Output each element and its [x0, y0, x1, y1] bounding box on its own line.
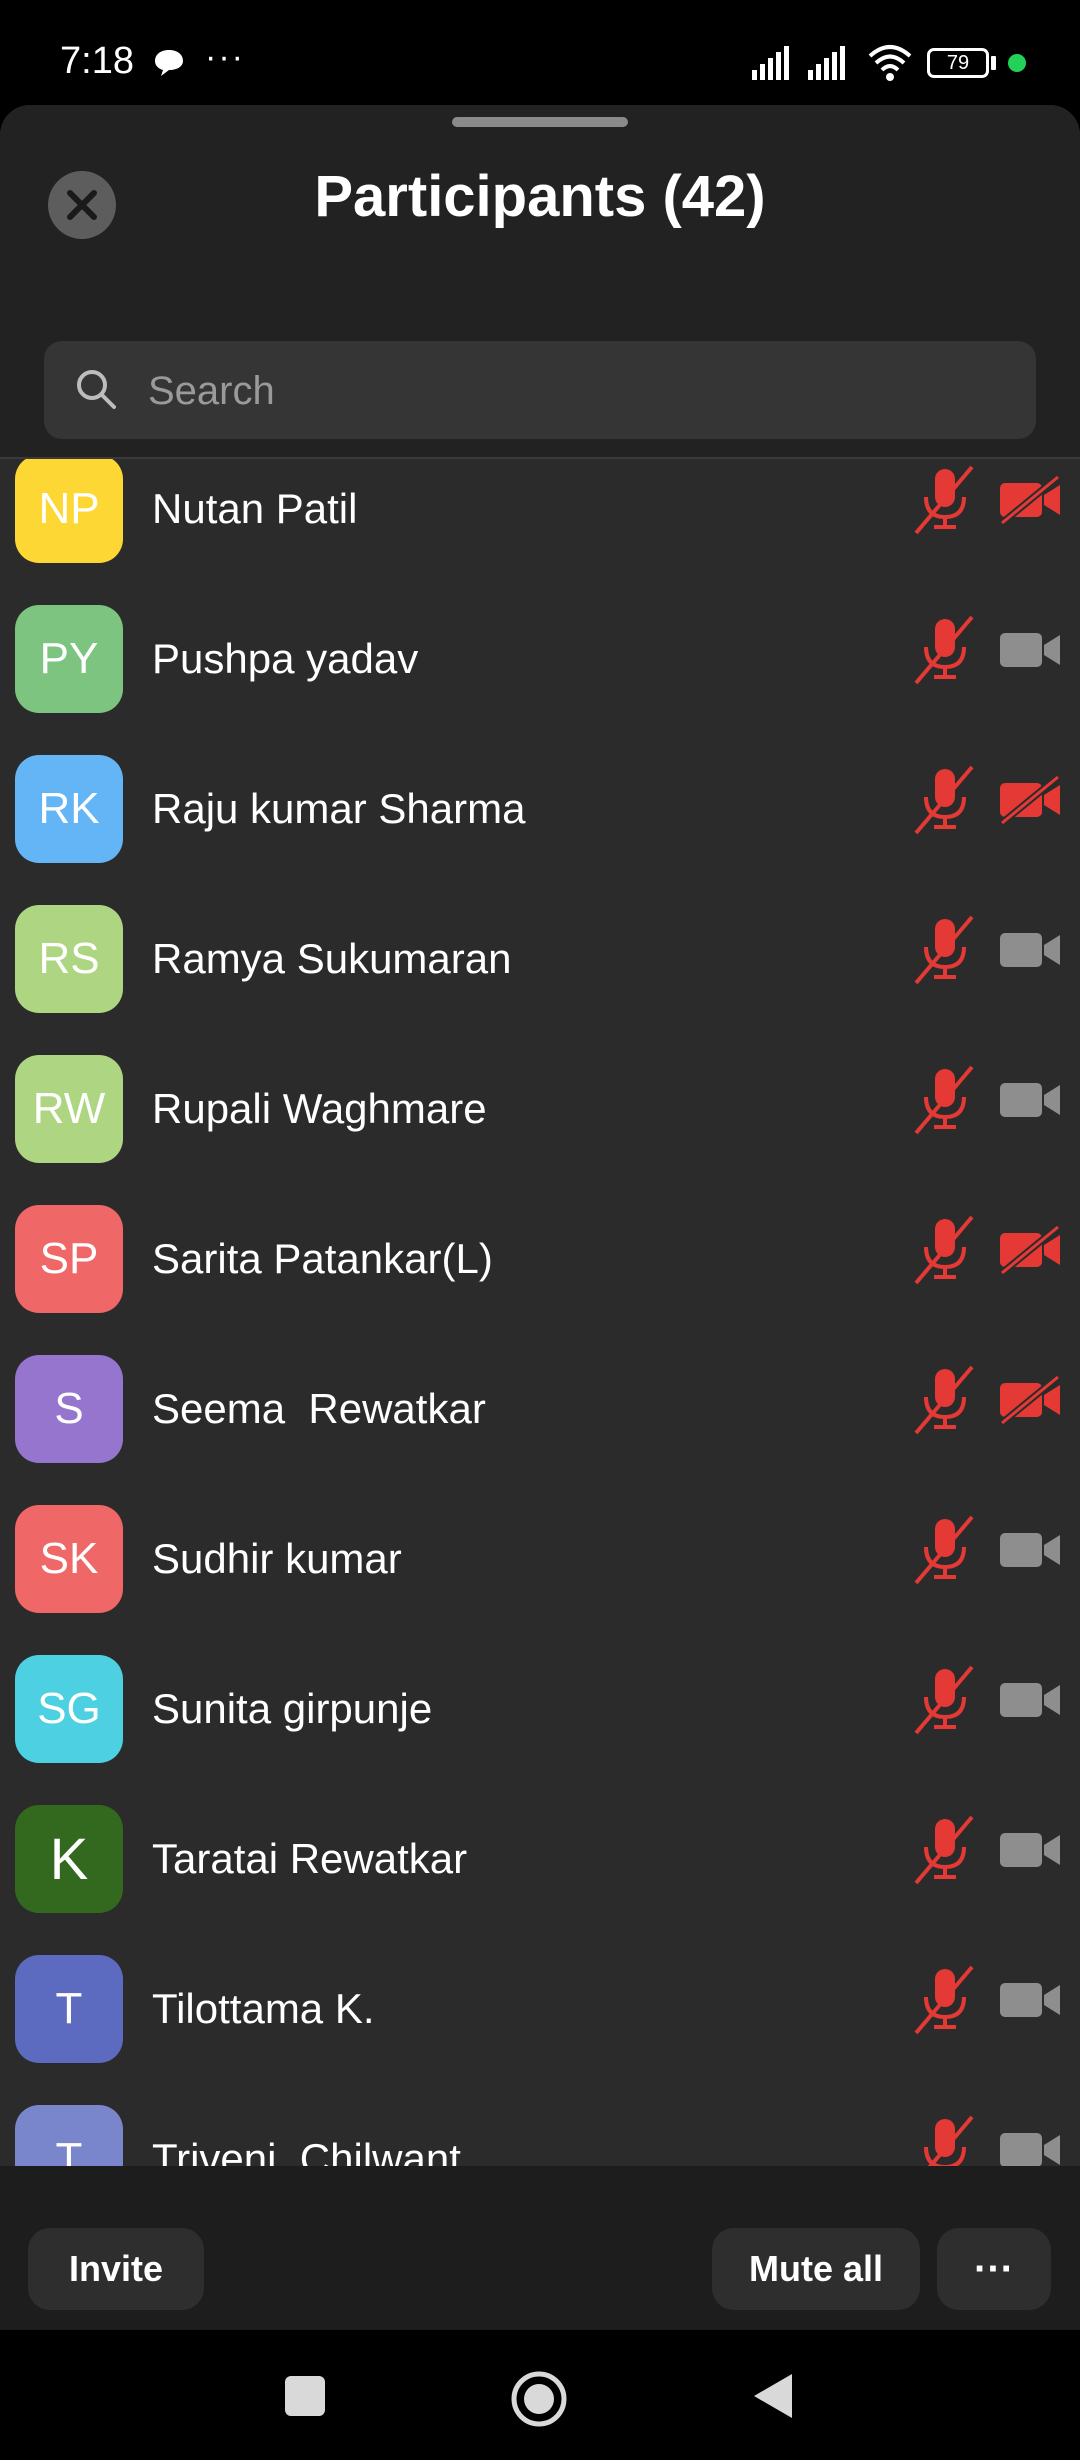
mic-muted-icon[interactable] — [910, 763, 980, 837]
participant-row[interactable]: T Tilottama K. — [0, 1955, 1080, 2105]
avatar: RS — [15, 905, 123, 1013]
page-title: Participants (42) — [314, 164, 766, 229]
bottom-action-bar: Invite Mute all ··· — [0, 2166, 1080, 2330]
participant-name: Seema Rewatkar — [152, 1385, 486, 1432]
mute-all-button[interactable]: Mute all — [712, 2228, 920, 2310]
participant-name: Sudhir kumar — [152, 1535, 402, 1582]
signal-icon-2 — [808, 46, 845, 80]
privacy-indicator-dot — [1008, 54, 1026, 72]
participant-name: Pushpa yadav — [152, 635, 419, 682]
video-off-icon[interactable] — [998, 1375, 1064, 1425]
mic-muted-icon[interactable] — [910, 463, 980, 537]
mic-muted-icon[interactable] — [910, 1213, 980, 1287]
mic-muted-icon[interactable] — [910, 1663, 980, 1737]
mic-muted-icon[interactable] — [910, 1813, 980, 1887]
avatar: T — [15, 1955, 123, 2063]
participant-row[interactable]: NP Nutan Patil — [0, 459, 1080, 605]
battery-icon: 79 — [927, 48, 989, 78]
video-icon[interactable] — [998, 1075, 1064, 1125]
participant-row[interactable]: RW Rupali Waghmare — [0, 1055, 1080, 1205]
status-time: 7:18 — [60, 40, 134, 82]
video-off-icon[interactable] — [998, 475, 1064, 525]
home-icon[interactable] — [510, 2370, 568, 2428]
avatar: SP — [15, 1205, 123, 1313]
recents-icon[interactable] — [284, 2375, 326, 2417]
battery-cap — [991, 56, 996, 70]
more-icon: ··· — [974, 2246, 1014, 2291]
mic-muted-icon[interactable] — [910, 1513, 980, 1587]
avatar: NP — [15, 459, 123, 563]
video-off-icon[interactable] — [998, 1225, 1064, 1275]
mic-muted-icon[interactable] — [910, 1063, 980, 1137]
video-icon[interactable] — [998, 1525, 1064, 1575]
avatar: S — [15, 1355, 123, 1463]
participant-name: Tilottama K. — [152, 1985, 375, 2032]
video-icon[interactable] — [998, 925, 1064, 975]
avatar: SG — [15, 1655, 123, 1763]
participant-name: Sunita girpunje — [152, 1685, 433, 1732]
drag-handle[interactable] — [452, 117, 628, 127]
mic-muted-icon[interactable] — [910, 913, 980, 987]
participant-row[interactable]: S Seema Rewatkar — [0, 1355, 1080, 1505]
participant-row[interactable]: RS Ramya Sukumaran — [0, 905, 1080, 1055]
avatar: RK — [15, 755, 123, 863]
participant-row[interactable]: RK Raju kumar Sharma — [0, 755, 1080, 905]
video-icon[interactable] — [998, 1675, 1064, 1725]
participant-name: Ramya Sukumaran — [152, 935, 512, 982]
participant-name: Rupali Waghmare — [152, 1085, 487, 1132]
video-icon[interactable] — [998, 625, 1064, 675]
chat-notification-icon — [155, 50, 183, 76]
video-icon[interactable] — [998, 1825, 1064, 1875]
mute-all-label: Mute all — [748, 2248, 883, 2289]
participant-name: Nutan Patil — [152, 485, 358, 532]
search-placeholder: Search — [148, 369, 275, 413]
search-input[interactable]: Search — [44, 341, 1036, 439]
avatar: SK — [15, 1505, 123, 1613]
status-more-icon: ··· — [205, 38, 245, 76]
mic-muted-icon[interactable] — [910, 1963, 980, 2037]
mic-muted-icon[interactable] — [910, 613, 980, 687]
avatar: K — [15, 1805, 123, 1913]
system-nav-bar — [0, 2330, 1080, 2460]
video-icon[interactable] — [998, 1975, 1064, 2025]
participant-row[interactable]: SG Sunita girpunje — [0, 1655, 1080, 1805]
avatar: PY — [15, 605, 123, 713]
wifi-icon — [868, 45, 912, 81]
search-icon — [77, 370, 116, 409]
participant-row[interactable]: PY Pushpa yadav — [0, 605, 1080, 755]
participants-sheet: Participants (42) Search NP Nutan Patil PY… — [0, 105, 1080, 2330]
invite-label: Invite — [68, 2248, 164, 2289]
signal-icon-1 — [752, 46, 789, 80]
participant-name: Taratai Rewatkar — [152, 1835, 468, 1882]
invite-button[interactable]: Invite — [28, 2228, 204, 2310]
participant-row[interactable]: K Taratai Rewatkar — [0, 1805, 1080, 1955]
participant-row[interactable]: SP Sarita Patankar(L) — [0, 1205, 1080, 1355]
mic-muted-icon[interactable] — [910, 1363, 980, 1437]
participant-row[interactable]: SK Sudhir kumar — [0, 1505, 1080, 1655]
participant-list[interactable]: NP Nutan Patil PY Pushpa yadav RK Raju kumar … — [0, 459, 1080, 2271]
back-icon[interactable] — [752, 2372, 794, 2420]
avatar: RW — [15, 1055, 123, 1163]
video-off-icon[interactable] — [998, 775, 1064, 825]
participant-name: Raju kumar Sharma — [152, 785, 526, 832]
participant-name: Sarita Patankar(L) — [152, 1235, 493, 1282]
more-options-button[interactable]: ··· — [937, 2228, 1051, 2310]
sheet-header: Participants (42) Search — [0, 105, 1080, 457]
